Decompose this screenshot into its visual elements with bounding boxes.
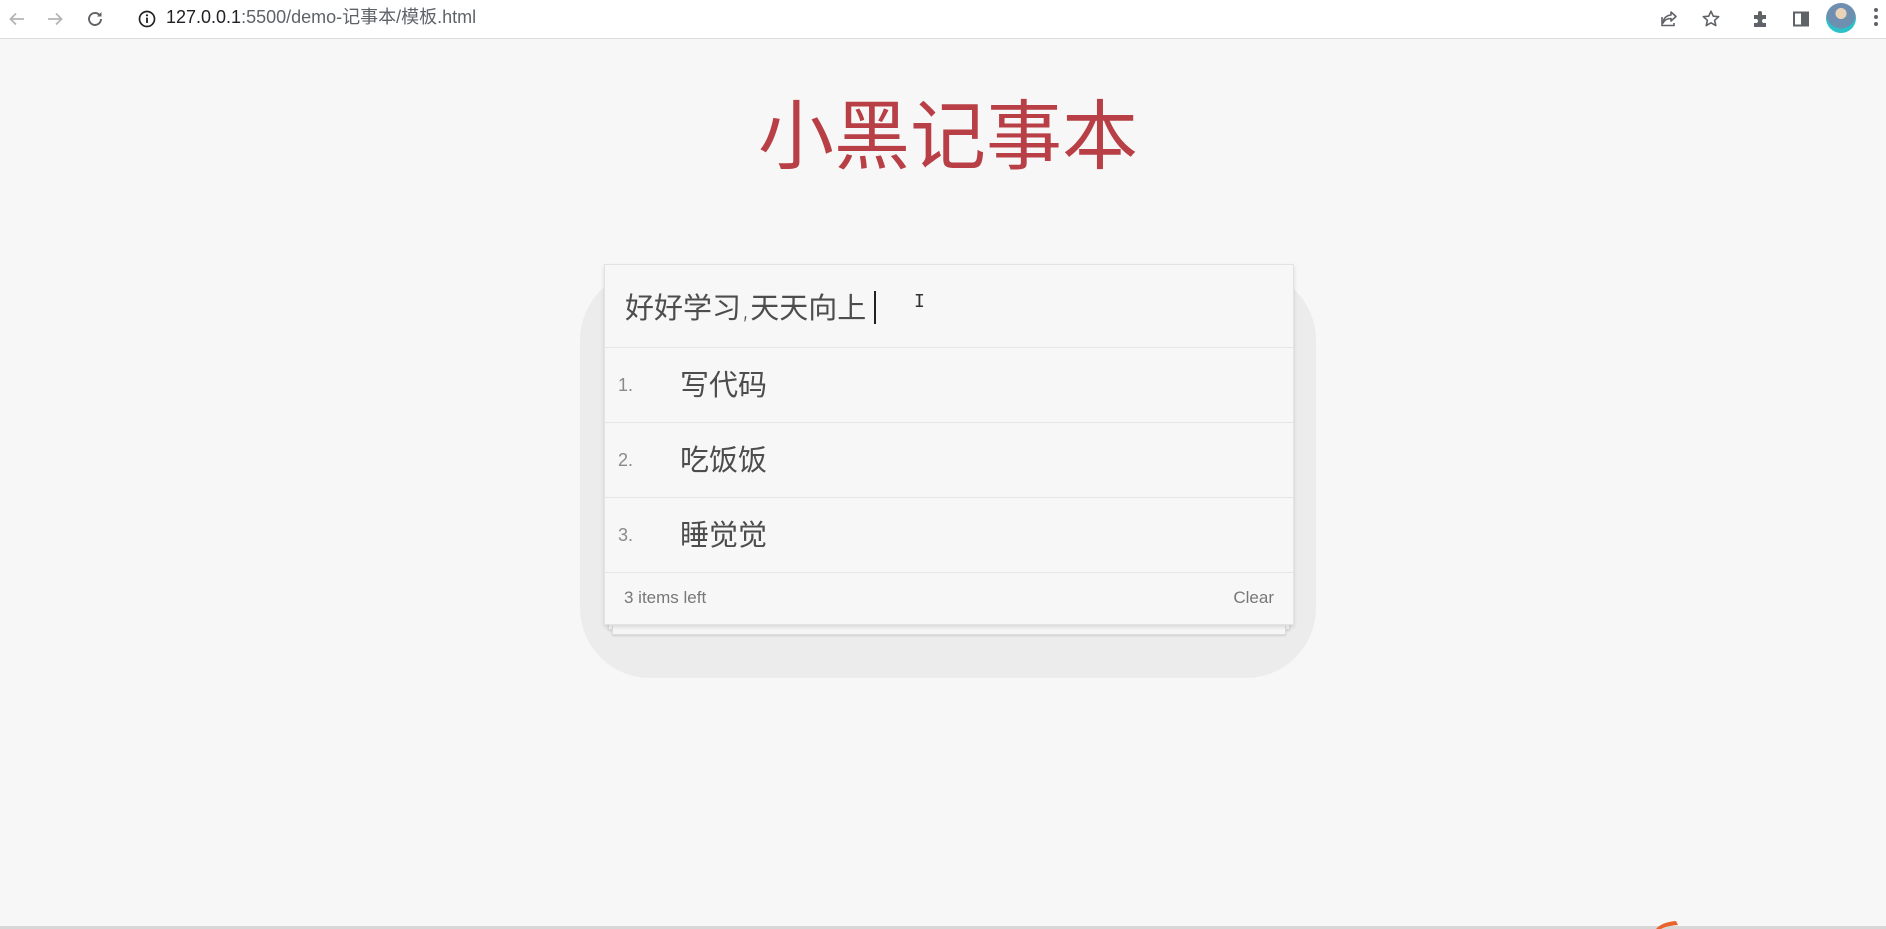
bookmark-button[interactable] [1696, 4, 1726, 34]
share-button[interactable] [1654, 4, 1684, 34]
items-left-count: 3 items left [624, 588, 707, 607]
reload-button[interactable] [80, 4, 110, 34]
site-info-button[interactable] [134, 6, 160, 32]
profile-avatar[interactable] [1826, 3, 1856, 33]
todo-footer: 3 items left Clear [605, 573, 1293, 623]
todo-label: 写代码 [680, 368, 768, 402]
browser-toolbar: 127.0.0.1:5500/demo-记事本/模板.html [0, 0, 1886, 39]
text-cursor-icon: I [914, 291, 925, 312]
corner-decoration-icon [1656, 921, 1678, 929]
arrow-right-icon [48, 12, 63, 26]
side-panel-button[interactable] [1786, 4, 1816, 34]
side-panel-icon [1793, 11, 1809, 27]
puzzle-icon [1754, 11, 1766, 27]
todo-item[interactable]: 2. 吃饭饭 [605, 423, 1293, 498]
todo-list: 1. 写代码 2. 吃饭饭 3. 睡觉觉 [605, 348, 1293, 573]
share-icon [1661, 11, 1677, 27]
extensions-button[interactable] [1746, 4, 1776, 34]
forward-button[interactable] [40, 4, 70, 34]
reload-icon [88, 12, 102, 26]
todo-label: 吃饭饭 [680, 443, 768, 477]
address-bar[interactable]: 127.0.0.1:5500/demo-记事本/模板.html [166, 0, 476, 34]
url-path: :5500/demo-记事本/模板.html [241, 7, 477, 27]
new-todo-input[interactable] [605, 265, 1293, 348]
todo-item[interactable]: 3. 睡觉觉 [605, 498, 1293, 573]
todo-index: 1. [618, 375, 634, 395]
info-icon [138, 10, 156, 28]
todo-card: 1. 写代码 2. 吃饭饭 3. 睡觉觉 3 items left Clear [604, 264, 1294, 625]
todo-item[interactable]: 1. 写代码 [605, 348, 1293, 423]
todo-index: 2. [618, 450, 634, 470]
page-title: 小黑记事本 [758, 92, 1138, 181]
star-icon [1702, 10, 1720, 27]
back-button[interactable] [2, 4, 32, 34]
arrow-left-icon [9, 12, 24, 26]
url-host: 127.0.0.1 [166, 7, 242, 27]
kebab-menu-icon[interactable] [1874, 8, 1880, 30]
stack-layer [612, 626, 1286, 635]
clear-button[interactable]: Clear [1233, 573, 1274, 623]
text-caret [874, 291, 876, 324]
todo-label: 睡觉觉 [680, 518, 768, 552]
todo-index: 3. [618, 525, 634, 545]
